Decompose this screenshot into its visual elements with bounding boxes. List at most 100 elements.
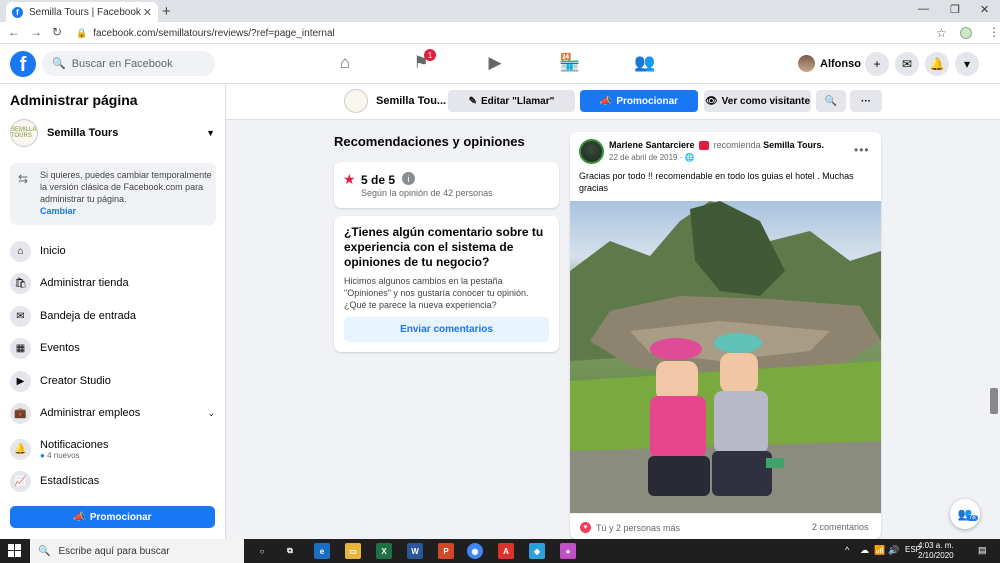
reload-icon[interactable]: ↻ (52, 25, 62, 39)
new-tab-icon[interactable]: + (162, 3, 171, 20)
sidebar-item-events[interactable]: ▦ Eventos (10, 335, 215, 361)
post-date[interactable]: 22 de abril de 2019 · 🌐 (609, 153, 695, 162)
review-post: Marlene Santarciere recomienda Semilla T… (570, 132, 881, 539)
sidebar-item-label: Administrar tienda (40, 277, 129, 289)
minimize-icon[interactable]: — (918, 3, 929, 15)
sidebar-item-shop[interactable]: 🛍 Administrar tienda (10, 270, 215, 296)
word-icon[interactable]: W (407, 543, 423, 559)
notifications-bell-icon[interactable]: 🔔 (925, 52, 949, 76)
notifications-count: 4 nuevos (47, 450, 80, 460)
edit-call-button[interactable]: ✎ Editar "Llamar" (448, 90, 575, 112)
tray-chevron-icon[interactable]: ^ (845, 545, 849, 555)
messenger-icon[interactable]: ✉ (895, 52, 919, 76)
windows-taskbar: 🔍 Escribe aquí para buscar ○ ⧉ e ▭ X W P… (0, 539, 1000, 563)
author-avatar[interactable] (579, 139, 604, 164)
post-author[interactable]: Marlene Santarciere (609, 140, 695, 150)
onedrive-icon[interactable]: ☁ (860, 545, 869, 556)
more-options-button[interactable]: ··· (850, 90, 882, 112)
contacts-chat-button[interactable]: 👥 78 (950, 499, 980, 529)
extension-icon[interactable] (960, 27, 972, 39)
app-icon[interactable]: ◆ (529, 543, 545, 559)
briefcase-icon: 💼 (10, 402, 31, 424)
search-icon: 🔍 (52, 58, 66, 70)
close-tab-icon[interactable]: ✕ (143, 6, 152, 19)
volume-icon[interactable]: 🔊 (888, 545, 899, 556)
megaphone-icon: 📣 (599, 95, 613, 107)
account-menu-chevron-icon[interactable]: ▾ (955, 52, 979, 76)
post-photo[interactable] (570, 201, 881, 513)
task-view-icon[interactable]: ⧉ (282, 543, 298, 559)
manage-page-sidebar: Administrar página SEMILLA TOURS Semilla… (0, 84, 226, 539)
shop-bag-icon: 🛍 (10, 272, 31, 294)
classic-version-notice: ⇆ Si quieres, puedes cambiar temporalmen… (10, 163, 216, 225)
marketplace-icon[interactable]: 🏪 (555, 53, 585, 73)
profile-link[interactable]: Alfonso (798, 55, 861, 72)
new-dot-icon: ● (40, 450, 45, 460)
acrobat-icon[interactable]: A (498, 543, 514, 559)
pencil-icon: ✎ (468, 95, 477, 107)
feedback-card: ¿Tienes algún comentario sobre tu experi… (334, 216, 559, 352)
globe-icon: 🌐 (684, 153, 695, 162)
user-name: Alfonso (820, 57, 861, 70)
send-feedback-button[interactable]: Enviar comentarios (344, 317, 549, 342)
header-promote-button[interactable]: 📣 Promocionar (580, 90, 698, 112)
rating-score: 5 de 5 (361, 173, 396, 187)
sidebar-item-creator-studio[interactable]: ▶ Creator Studio (10, 368, 215, 394)
more-dots-icon: ··· (861, 95, 871, 107)
restore-icon[interactable]: ❐ (950, 3, 960, 16)
chrome-icon[interactable]: ◉ (467, 543, 483, 559)
paint-app-icon[interactable]: ● (560, 543, 576, 559)
url-input[interactable]: 🔒 facebook.com/semillatours/reviews/?ref… (76, 25, 946, 42)
taskbar-search-input[interactable]: 🔍 Escribe aquí para buscar (30, 539, 244, 563)
bookmark-star-icon[interactable]: ☆ (936, 26, 947, 40)
browser-menu-icon[interactable]: ⋮ (988, 25, 1000, 39)
page-scrollbar[interactable] (990, 388, 998, 414)
sidebar-item-label: Administrar empleos (40, 407, 141, 419)
powerpoint-icon[interactable]: P (438, 543, 454, 559)
post-more-icon[interactable]: ••• (854, 143, 870, 157)
info-icon[interactable]: i (402, 172, 415, 185)
classic-version-text: Si quieres, puedes cambiar temporalmente… (40, 170, 212, 204)
sidebar-item-jobs[interactable]: 💼 Administrar empleos ⌄ (10, 400, 215, 426)
video-icon: ▶ (10, 370, 31, 392)
facebook-logo-icon[interactable]: f (10, 51, 36, 77)
forward-icon[interactable]: → (30, 25, 42, 39)
rating-based-on: Según la opinión de 42 personas (361, 188, 493, 198)
page-name-truncated[interactable]: Semilla Tou... (376, 95, 446, 107)
rating-summary-card: ★ 5 de 5 i Según la opinión de 42 person… (334, 162, 559, 208)
search-input[interactable]: 🔍 Buscar en Facebook (42, 51, 215, 76)
taskbar-clock[interactable]: 4:03 a. m. 2/10/2020 (918, 541, 954, 561)
home-nav-icon[interactable]: ⌂ (330, 53, 360, 73)
view-as-visitor-button[interactable]: 👁 Ver como visitante (704, 90, 811, 112)
windows-start-icon[interactable] (8, 544, 21, 557)
megaphone-icon: 📣 (73, 511, 86, 523)
header-promote-label: Promocionar (616, 95, 679, 107)
page-search-button[interactable]: 🔍 (816, 90, 846, 112)
switch-classic-link[interactable]: Cambiar (40, 205, 212, 217)
back-icon[interactable]: ← (8, 25, 20, 39)
post-target[interactable]: Semilla Tours. (763, 140, 824, 150)
sidebar-item-notifications[interactable]: 🔔 Notificaciones ● 4 nuevos (10, 434, 215, 464)
watch-video-icon[interactable]: ▶ (480, 53, 510, 73)
cortana-icon[interactable]: ○ (254, 543, 270, 559)
post-header: Marlene Santarciere recomienda Semilla T… (609, 140, 824, 151)
sidebar-item-label: Eventos (40, 342, 80, 354)
browser-tabstrip: f Semilla Tours | Facebook ✕ + — ❐ ✕ (0, 0, 1000, 22)
close-window-icon[interactable]: ✕ (980, 3, 989, 16)
comments-count[interactable]: 2 comentarios (812, 522, 869, 532)
edge-browser-icon[interactable]: e (314, 543, 330, 559)
reactions-summary[interactable]: ♥ Tú y 2 personas más (580, 522, 680, 533)
sidebar-item-inicio[interactable]: ⌂ Inicio (10, 238, 215, 264)
promote-button[interactable]: 📣 Promocionar (10, 506, 215, 528)
sidebar-item-inbox[interactable]: ✉ Bandeja de entrada (10, 303, 215, 329)
excel-icon[interactable]: X (376, 543, 392, 559)
file-explorer-icon[interactable]: ▭ (345, 543, 361, 559)
post-footer: ♥ Tú y 2 personas más 2 comentarios (570, 513, 881, 539)
action-center-icon[interactable]: ▤ (978, 545, 987, 556)
page-switcher[interactable]: SEMILLA TOURS Semilla Tours ▼ (10, 118, 215, 148)
create-plus-icon[interactable]: + (865, 52, 889, 76)
browser-tab[interactable]: f Semilla Tours | Facebook ✕ (6, 2, 158, 22)
sidebar-item-insights[interactable]: 📈 Estadísticas (10, 468, 215, 494)
wifi-icon[interactable]: 📶 (874, 545, 885, 556)
groups-icon[interactable]: 👥 (630, 53, 660, 73)
